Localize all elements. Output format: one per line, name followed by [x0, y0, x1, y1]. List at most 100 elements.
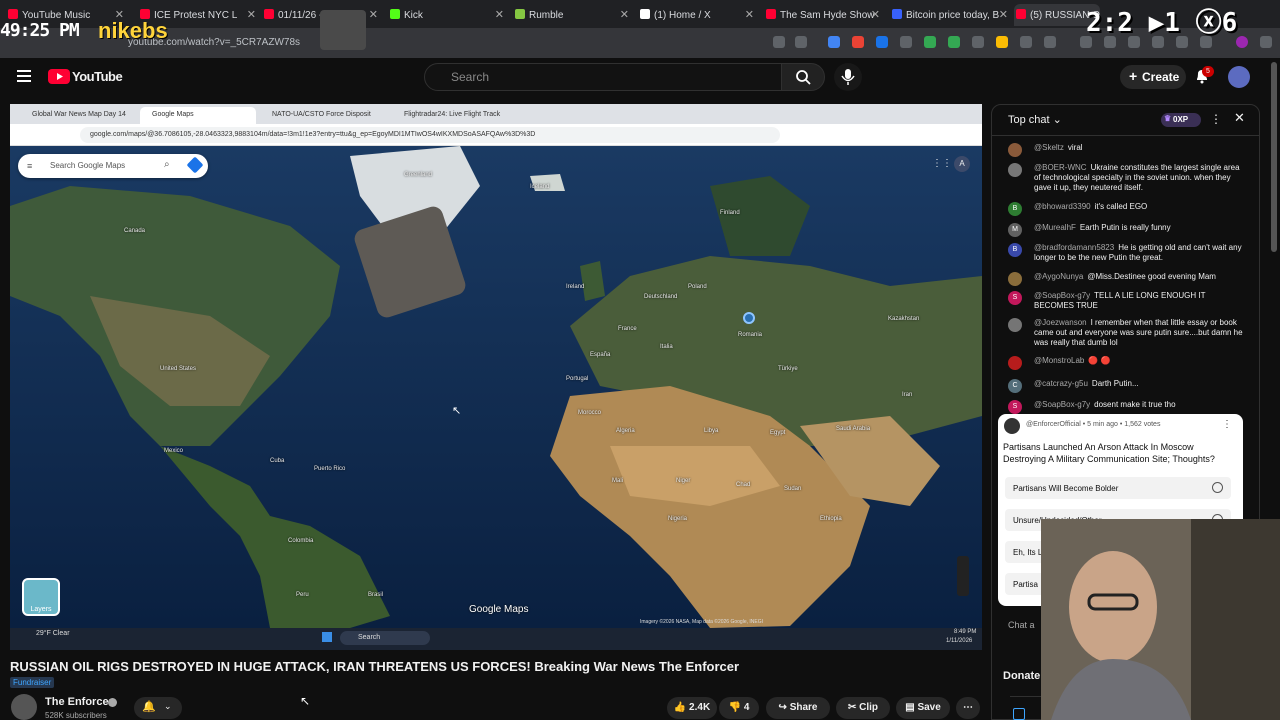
youtube-logo-text[interactable]: YouTube [72, 69, 123, 84]
channel-name[interactable]: The Enforcer [45, 696, 113, 708]
extension-icon[interactable] [1020, 36, 1032, 48]
map-location-marker [743, 312, 755, 324]
search-input[interactable]: Search [424, 63, 782, 91]
hamburger-menu-icon[interactable] [17, 70, 31, 82]
share-button[interactable]: ↪ Share [766, 697, 830, 719]
browser-tab[interactable]: Bitcoin price today, B ✕ [890, 4, 1012, 26]
stream-clock: 49:25 PM [0, 20, 80, 41]
map-label: France [618, 326, 637, 332]
map-label: Brasil [368, 592, 384, 598]
close-icon[interactable]: ✕ [247, 8, 256, 21]
extension-icon[interactable] [876, 36, 888, 48]
browser-tab[interactable]: (1) Home / X ✕ [638, 4, 758, 26]
maps-search-input: Search Google Maps [18, 154, 208, 178]
clip-button[interactable]: ✂ Clip [836, 697, 890, 719]
profile-avatar[interactable] [1236, 36, 1248, 48]
close-icon[interactable]: ✕ [871, 8, 880, 21]
more-actions-button[interactable]: ⋯ [956, 697, 980, 719]
bookmark-star-icon[interactable] [795, 36, 807, 48]
map-label: Iran [902, 392, 913, 398]
chat-avatar: M [1008, 223, 1022, 237]
chat-message: S @SoapBox-g7y dosent make it true tho [1008, 400, 1243, 414]
close-icon[interactable]: ✕ [495, 8, 504, 21]
browser-tab[interactable]: The Sam Hyde Show ✕ [764, 4, 884, 26]
extension-icon[interactable] [996, 36, 1008, 48]
close-icon[interactable]: ✕ [369, 8, 378, 21]
map-label: Ethiopia [820, 516, 842, 522]
account-avatar[interactable] [1228, 66, 1250, 88]
map-label: Sudan [784, 486, 802, 492]
extension-icon[interactable] [852, 36, 864, 48]
map-label: Saudi Arabia [836, 426, 871, 432]
donate-icon[interactable] [1013, 708, 1025, 720]
rumble-icon [515, 9, 525, 19]
fundraiser-badge[interactable]: Fundraiser [10, 677, 55, 688]
close-icon[interactable]: ✕ [745, 8, 754, 21]
extension-icon[interactable] [972, 36, 984, 48]
close-icon[interactable]: ✕ [1234, 110, 1245, 126]
map-label: Canada [124, 228, 146, 234]
subscriber-count: 528K subscribers [45, 711, 107, 720]
notification-badge: 5 [1202, 66, 1214, 77]
extension-icon[interactable] [924, 36, 936, 48]
chat-message: @MonstroLab 🔴 🔴 [1008, 356, 1243, 370]
chat-more-icon[interactable]: ⋮ [1210, 112, 1222, 126]
map-label: Portugal [566, 376, 589, 382]
like-button[interactable]: 👍 2.4K [667, 697, 717, 719]
create-button[interactable]: + Create [1120, 65, 1186, 89]
extension-icon[interactable] [948, 36, 960, 48]
chevron-down-icon: ⌄ [1049, 114, 1062, 126]
xp-badge[interactable]: ♛ 0XP [1161, 113, 1201, 127]
radio-icon [1212, 482, 1223, 493]
puzzle-icon[interactable] [1044, 36, 1056, 48]
chat-message: C @catcrazy-g5u Darth Putin... [1008, 379, 1243, 393]
map-label: Poland [688, 284, 707, 290]
browser-tab[interactable]: Rumble ✕ [513, 4, 633, 26]
address-bar[interactable]: youtube.com/watch?v=_5CR7AZW78s [110, 34, 810, 52]
youtube-logo-icon[interactable] [48, 69, 70, 84]
donate-label: Donate [1003, 670, 1041, 682]
youtube-icon [766, 9, 776, 19]
windows-taskbar: 29°F Clear Search 8:49 PM 1/11/2026 [10, 628, 982, 650]
streamer-webcam [1041, 519, 1280, 720]
dislike-button[interactable]: 👎 4 [719, 697, 759, 719]
poll-option[interactable]: Partisans Will Become Bolder [1005, 477, 1231, 499]
chrome-menu-icon[interactable] [1260, 36, 1272, 48]
close-icon[interactable]: ✕ [999, 8, 1008, 21]
map-label: Deutschland [644, 294, 678, 300]
poll-more-icon[interactable]: ⋮ [1222, 419, 1232, 430]
coinmarketcap-icon [892, 9, 902, 19]
map-label: Türkiye [778, 366, 798, 372]
inner-tab: Flightradar24: Live Flight Track [404, 111, 501, 118]
inner-url: google.com/maps/@36.7086105,-28.0463323,… [80, 127, 780, 143]
map-label: Peru [296, 592, 309, 598]
close-icon[interactable]: ✕ [620, 8, 629, 21]
extension-icon[interactable] [900, 36, 912, 48]
extension-icon[interactable] [828, 36, 840, 48]
scissors-icon: ✂ [847, 702, 860, 713]
channel-avatar[interactable] [11, 694, 37, 720]
install-icon[interactable] [773, 36, 785, 48]
thumbs-up-icon: 👍 [673, 702, 690, 713]
search-button[interactable] [781, 63, 825, 91]
save-button[interactable]: ▤ Save [896, 697, 950, 719]
more-dots-icon: ⋯ [963, 702, 973, 713]
kick-icon [390, 9, 400, 19]
windows-start-icon [322, 632, 332, 642]
subscribed-button[interactable]: 🔔 ⌄ [134, 697, 182, 719]
poll-author-avatar [1004, 418, 1020, 434]
chat-avatar: B [1008, 243, 1022, 257]
chat-avatar: C [1008, 379, 1022, 393]
browser-tab[interactable]: Kick ✕ [388, 4, 508, 26]
chat-mode-selector[interactable]: Top chat ⌄ [1008, 113, 1062, 126]
chat-message: M @MurealhF Earth Putin is really funny [1008, 223, 1243, 237]
chat-scrollbar[interactable] [1271, 62, 1277, 252]
webcam-feed-graphic [1041, 519, 1280, 720]
stream-logo: nikebs [98, 18, 168, 43]
map-label: Egypt [770, 430, 786, 436]
taskbar-time: 8:49 PM [954, 629, 977, 635]
voice-search-button[interactable] [834, 63, 862, 91]
world-map-graphic [10, 146, 982, 628]
taskbar-search: Search [340, 631, 430, 645]
youtube-music-icon [8, 9, 18, 19]
